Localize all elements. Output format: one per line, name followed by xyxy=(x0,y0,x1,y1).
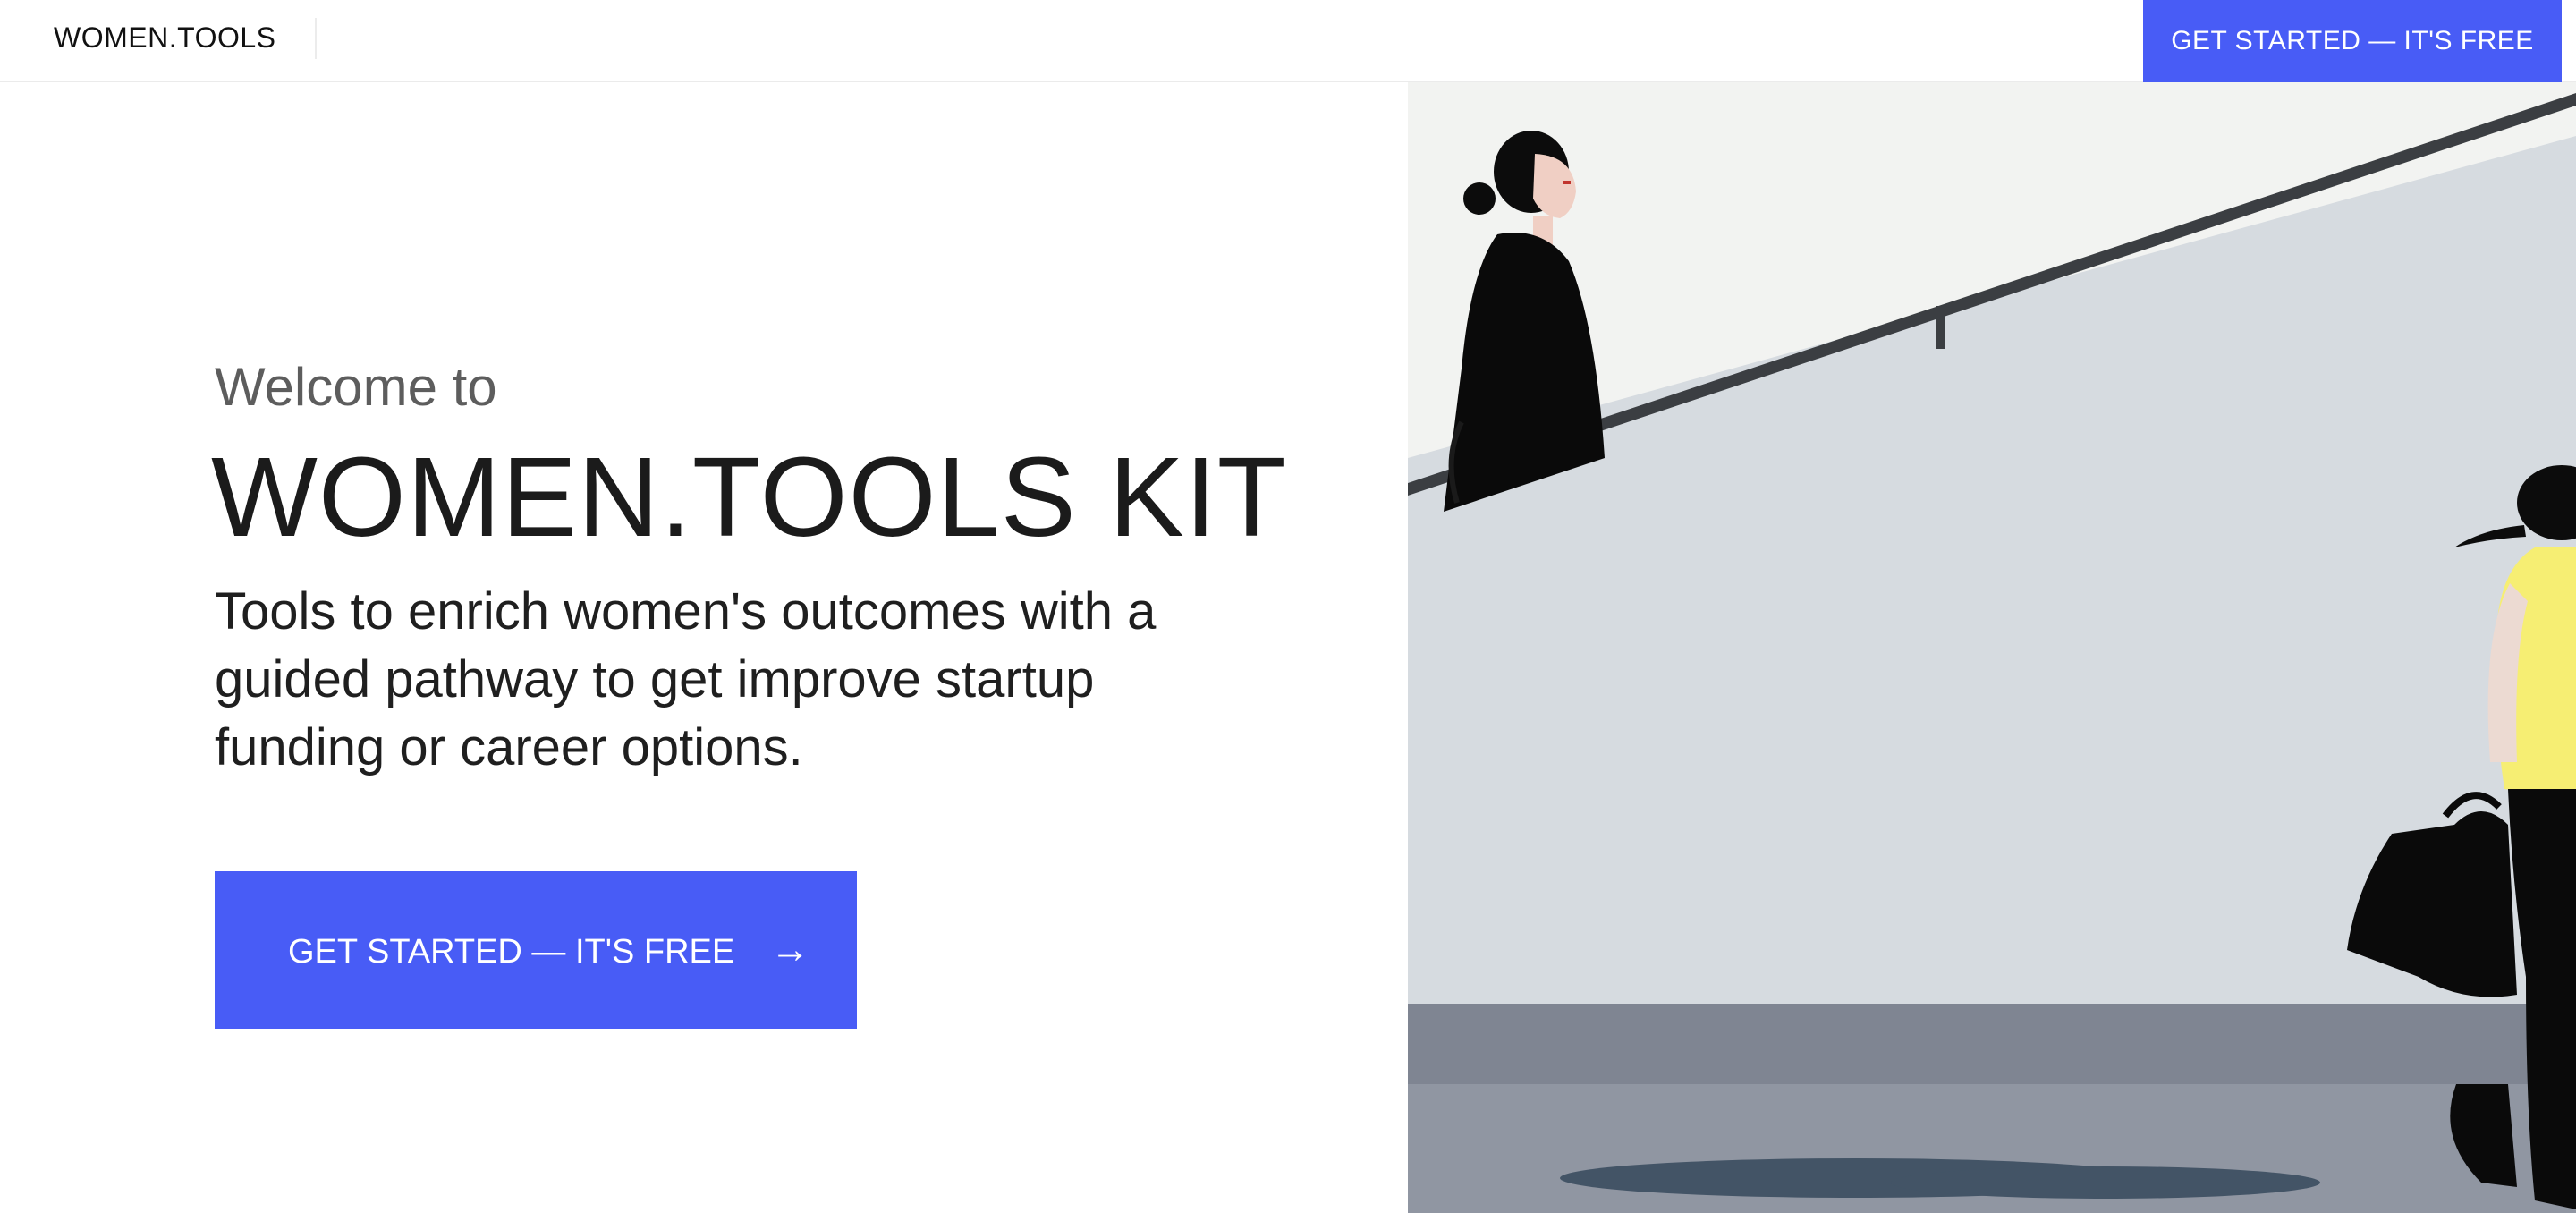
hero-get-started-label: GET STARTED — IT'S FREE xyxy=(288,933,735,971)
brand-logo[interactable]: WOMEN.TOOLS xyxy=(54,20,275,55)
brand-divider xyxy=(315,18,317,59)
escalator-illustration xyxy=(1408,82,2576,1213)
page-title: WOMEN.TOOLS KIT xyxy=(211,434,1287,560)
header-get-started-button[interactable]: GET STARTED — IT'S FREE xyxy=(2143,0,2562,82)
welcome-text: Welcome to xyxy=(215,357,497,417)
arrow-right-icon: → xyxy=(770,928,810,971)
hero-illustration xyxy=(1408,82,2576,1213)
hero-get-started-button[interactable]: GET STARTED — IT'S FREE → xyxy=(215,871,857,1029)
hero-subtitle: Tools to enrich women's outcomes with a … xyxy=(215,582,1157,776)
top-navigation-bar: WOMEN.TOOLS GET STARTED — IT'S FREE xyxy=(0,0,2576,82)
